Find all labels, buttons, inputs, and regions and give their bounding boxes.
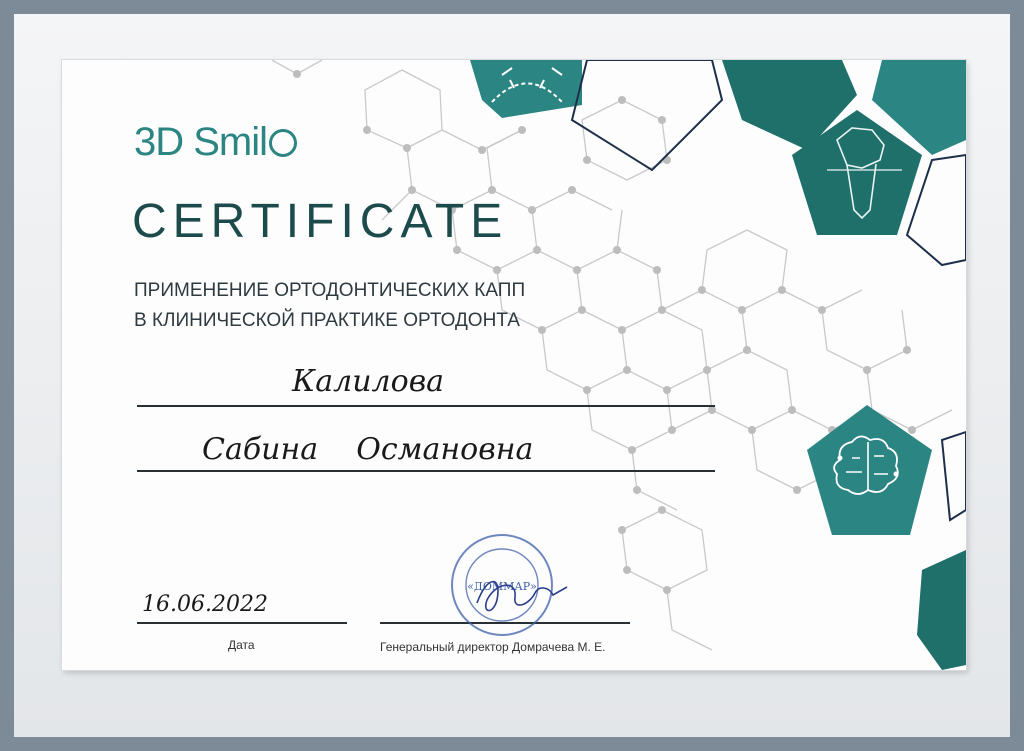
smile-face-icon: [269, 129, 298, 157]
certificate-paper: 3D Smil CERTIFICATE ПРИМЕНЕНИЕ ОРТОДОНТИ…: [62, 60, 966, 670]
recipient-name: Сабина Османовна: [202, 432, 534, 467]
date-label: Дата: [228, 638, 255, 652]
brain-circuit-icon: [807, 405, 932, 535]
aligner-arrows-icon: [470, 60, 582, 118]
signature: [476, 580, 568, 612]
signatory-label: Генеральный директор Домрачева М. Е.: [380, 640, 606, 654]
course-title-line-2: В КЛИНИЧЕСКОЙ ПРАКТИКЕ ОРТОДОНТА: [134, 310, 520, 331]
brand-logo: 3D Smil: [134, 120, 298, 165]
course-title: ПРИМЕНЕНИЕ ОРТОДОНТИЧЕСКИХ КАПП В КЛИНИЧ…: [134, 276, 525, 336]
name-line: [137, 470, 715, 472]
surname-line: [137, 405, 715, 407]
certificate-title: CERTIFICATE: [132, 195, 509, 248]
recipient-surname: Калилова: [292, 364, 445, 399]
date-value: 16.06.2022: [142, 592, 268, 617]
course-title-line-1: ПРИМЕНЕНИЕ ОРТОДОНТИЧЕСКИХ КАПП: [134, 280, 526, 301]
date-line: [137, 622, 347, 624]
